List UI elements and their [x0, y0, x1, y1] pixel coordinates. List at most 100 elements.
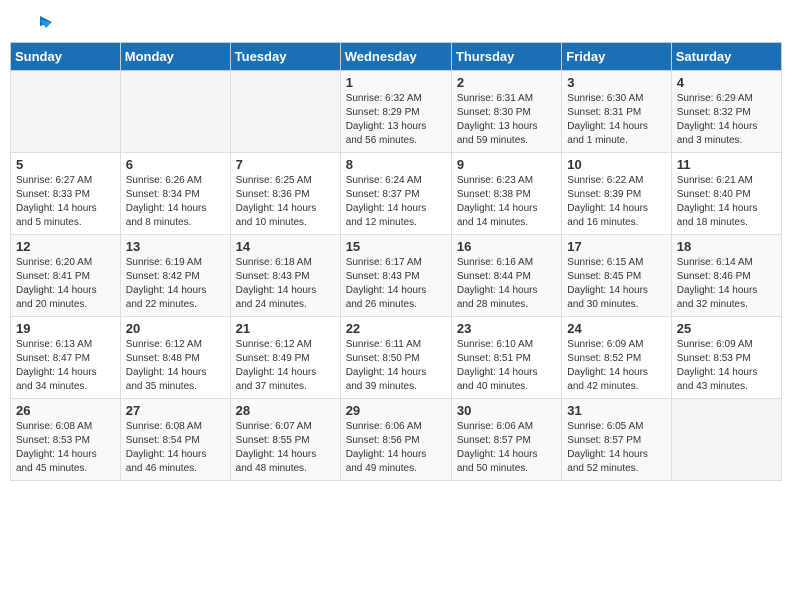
calendar-cell: 21Sunrise: 6:12 AMSunset: 8:49 PMDayligh… — [230, 317, 340, 399]
calendar-cell: 12 Sunrise: 6:20 AMSunset: 8:41 PMDayligh… — [11, 235, 121, 317]
day-info: Sunrise: 6:15 AMSunset: 8:45 PMDaylight:… — [567, 256, 665, 312]
col-header-saturday: Saturday — [671, 43, 781, 71]
day-number: 12 — [16, 239, 115, 254]
col-header-wednesday: Wednesday — [340, 43, 451, 71]
day-number: 29 — [346, 403, 446, 418]
day-info: Sunrise: 6:08 AMSunset: 8:54 PMDaylight:… — [126, 420, 225, 476]
day-info: Sunrise: 6:31 AMSunset: 8:30 PMDaylight:… — [457, 92, 556, 148]
day-info: Sunrise: 6:07 AMSunset: 8:55 PMDaylight:… — [236, 420, 335, 476]
calendar-cell: 2 Sunrise: 6:31 AMSunset: 8:30 PMDaylight… — [451, 71, 561, 153]
calendar-cell: 13 Sunrise: 6:19 AMSunset: 8:42 PMDayligh… — [120, 235, 230, 317]
day-number: 23 — [457, 321, 556, 336]
day-info: Sunrise: 6:11 AMSunset: 8:50 PMDaylight:… — [346, 338, 446, 394]
day-number: 22 — [346, 321, 446, 336]
day-info: Sunrise: 6:25 AMSunset: 8:36 PMDaylight:… — [236, 174, 335, 230]
day-number: 20 — [126, 321, 225, 336]
calendar-cell: 18Sunrise: 6:14 AMSunset: 8:46 PMDayligh… — [671, 235, 781, 317]
calendar-cell — [230, 71, 340, 153]
day-number: 17 — [567, 239, 665, 254]
calendar-cell: 31Sunrise: 6:05 AMSunset: 8:57 PMDayligh… — [562, 399, 671, 481]
calendar-cell: 14Sunrise: 6:18 AMSunset: 8:43 PMDayligh… — [230, 235, 340, 317]
day-number: 15 — [346, 239, 446, 254]
day-number: 5 — [16, 157, 115, 172]
calendar-cell: 26 Sunrise: 6:08 AMSunset: 8:53 PMDayligh… — [11, 399, 121, 481]
calendar-cell: 3 Sunrise: 6:30 AMSunset: 8:31 PMDaylight… — [562, 71, 671, 153]
calendar-cell: 27 Sunrise: 6:08 AMSunset: 8:54 PMDayligh… — [120, 399, 230, 481]
day-number: 9 — [457, 157, 556, 172]
calendar-wrapper: SundayMondayTuesdayWednesdayThursdayFrid… — [0, 42, 792, 491]
day-number: 31 — [567, 403, 665, 418]
calendar-cell: 5Sunrise: 6:27 AMSunset: 8:33 PMDaylight… — [11, 153, 121, 235]
day-info: Sunrise: 6:24 AMSunset: 8:37 PMDaylight:… — [346, 174, 446, 230]
calendar-cell: 29 Sunrise: 6:06 AMSunset: 8:56 PMDayligh… — [340, 399, 451, 481]
page-header — [0, 0, 792, 42]
calendar-table: SundayMondayTuesdayWednesdayThursdayFrid… — [10, 42, 782, 481]
day-info: Sunrise: 6:32 AMSunset: 8:29 PMDaylight:… — [346, 92, 446, 148]
day-number: 27 — [126, 403, 225, 418]
day-info: Sunrise: 6:06 AMSunset: 8:57 PMDaylight:… — [457, 420, 556, 476]
day-info: Sunrise: 6:17 AMSunset: 8:43 PMDaylight:… — [346, 256, 446, 312]
col-header-thursday: Thursday — [451, 43, 561, 71]
calendar-week-1: 1 Sunrise: 6:32 AMSunset: 8:29 PMDaylight… — [11, 71, 782, 153]
calendar-cell: 15 Sunrise: 6:17 AMSunset: 8:43 PMDayligh… — [340, 235, 451, 317]
day-info: Sunrise: 6:10 AMSunset: 8:51 PMDaylight:… — [457, 338, 556, 394]
day-info: Sunrise: 6:29 AMSunset: 8:32 PMDaylight:… — [677, 92, 776, 148]
day-info: Sunrise: 6:13 AMSunset: 8:47 PMDaylight:… — [16, 338, 115, 394]
calendar-cell: 8 Sunrise: 6:24 AMSunset: 8:37 PMDaylight… — [340, 153, 451, 235]
day-number: 8 — [346, 157, 446, 172]
day-info: Sunrise: 6:22 AMSunset: 8:39 PMDaylight:… — [567, 174, 665, 230]
day-info: Sunrise: 6:20 AMSunset: 8:41 PMDaylight:… — [16, 256, 115, 312]
day-number: 30 — [457, 403, 556, 418]
calendar-cell: 16 Sunrise: 6:16 AMSunset: 8:44 PMDayligh… — [451, 235, 561, 317]
day-number: 11 — [677, 157, 776, 172]
calendar-cell — [11, 71, 121, 153]
calendar-cell — [671, 399, 781, 481]
calendar-cell: 30 Sunrise: 6:06 AMSunset: 8:57 PMDayligh… — [451, 399, 561, 481]
day-number: 16 — [457, 239, 556, 254]
day-info: Sunrise: 6:09 AMSunset: 8:52 PMDaylight:… — [567, 338, 665, 394]
calendar-cell: 28 Sunrise: 6:07 AMSunset: 8:55 PMDayligh… — [230, 399, 340, 481]
day-info: Sunrise: 6:18 AMSunset: 8:43 PMDaylight:… — [236, 256, 335, 312]
day-info: Sunrise: 6:16 AMSunset: 8:44 PMDaylight:… — [457, 256, 556, 312]
col-header-sunday: Sunday — [11, 43, 121, 71]
col-header-monday: Monday — [120, 43, 230, 71]
day-info: Sunrise: 6:09 AMSunset: 8:53 PMDaylight:… — [677, 338, 776, 394]
calendar-cell: 19 Sunrise: 6:13 AMSunset: 8:47 PMDayligh… — [11, 317, 121, 399]
calendar-cell — [120, 71, 230, 153]
day-info: Sunrise: 6:30 AMSunset: 8:31 PMDaylight:… — [567, 92, 665, 148]
calendar-header-row: SundayMondayTuesdayWednesdayThursdayFrid… — [11, 43, 782, 71]
calendar-week-4: 19 Sunrise: 6:13 AMSunset: 8:47 PMDayligh… — [11, 317, 782, 399]
day-info: Sunrise: 6:08 AMSunset: 8:53 PMDaylight:… — [16, 420, 115, 476]
calendar-cell: 11 Sunrise: 6:21 AMSunset: 8:40 PMDayligh… — [671, 153, 781, 235]
day-number: 2 — [457, 75, 556, 90]
calendar-cell: 22 Sunrise: 6:11 AMSunset: 8:50 PMDayligh… — [340, 317, 451, 399]
day-info: Sunrise: 6:06 AMSunset: 8:56 PMDaylight:… — [346, 420, 446, 476]
col-header-tuesday: Tuesday — [230, 43, 340, 71]
calendar-week-5: 26 Sunrise: 6:08 AMSunset: 8:53 PMDayligh… — [11, 399, 782, 481]
day-number: 3 — [567, 75, 665, 90]
calendar-cell: 24Sunrise: 6:09 AMSunset: 8:52 PMDayligh… — [562, 317, 671, 399]
day-number: 25 — [677, 321, 776, 336]
calendar-cell: 17 Sunrise: 6:15 AMSunset: 8:45 PMDayligh… — [562, 235, 671, 317]
logo — [24, 18, 54, 32]
col-header-friday: Friday — [562, 43, 671, 71]
logo-icon — [26, 12, 54, 40]
day-info: Sunrise: 6:21 AMSunset: 8:40 PMDaylight:… — [677, 174, 776, 230]
calendar-cell: 23 Sunrise: 6:10 AMSunset: 8:51 PMDayligh… — [451, 317, 561, 399]
day-number: 26 — [16, 403, 115, 418]
day-number: 1 — [346, 75, 446, 90]
day-info: Sunrise: 6:12 AMSunset: 8:48 PMDaylight:… — [126, 338, 225, 394]
day-info: Sunrise: 6:19 AMSunset: 8:42 PMDaylight:… — [126, 256, 225, 312]
day-number: 13 — [126, 239, 225, 254]
calendar-cell: 6Sunrise: 6:26 AMSunset: 8:34 PMDaylight… — [120, 153, 230, 235]
calendar-week-3: 12 Sunrise: 6:20 AMSunset: 8:41 PMDayligh… — [11, 235, 782, 317]
calendar-cell: 25 Sunrise: 6:09 AMSunset: 8:53 PMDayligh… — [671, 317, 781, 399]
day-number: 4 — [677, 75, 776, 90]
calendar-cell: 9Sunrise: 6:23 AMSunset: 8:38 PMDaylight… — [451, 153, 561, 235]
calendar-cell: 20 Sunrise: 6:12 AMSunset: 8:48 PMDayligh… — [120, 317, 230, 399]
day-number: 7 — [236, 157, 335, 172]
day-info: Sunrise: 6:14 AMSunset: 8:46 PMDaylight:… — [677, 256, 776, 312]
day-number: 21 — [236, 321, 335, 336]
day-number: 19 — [16, 321, 115, 336]
day-number: 28 — [236, 403, 335, 418]
